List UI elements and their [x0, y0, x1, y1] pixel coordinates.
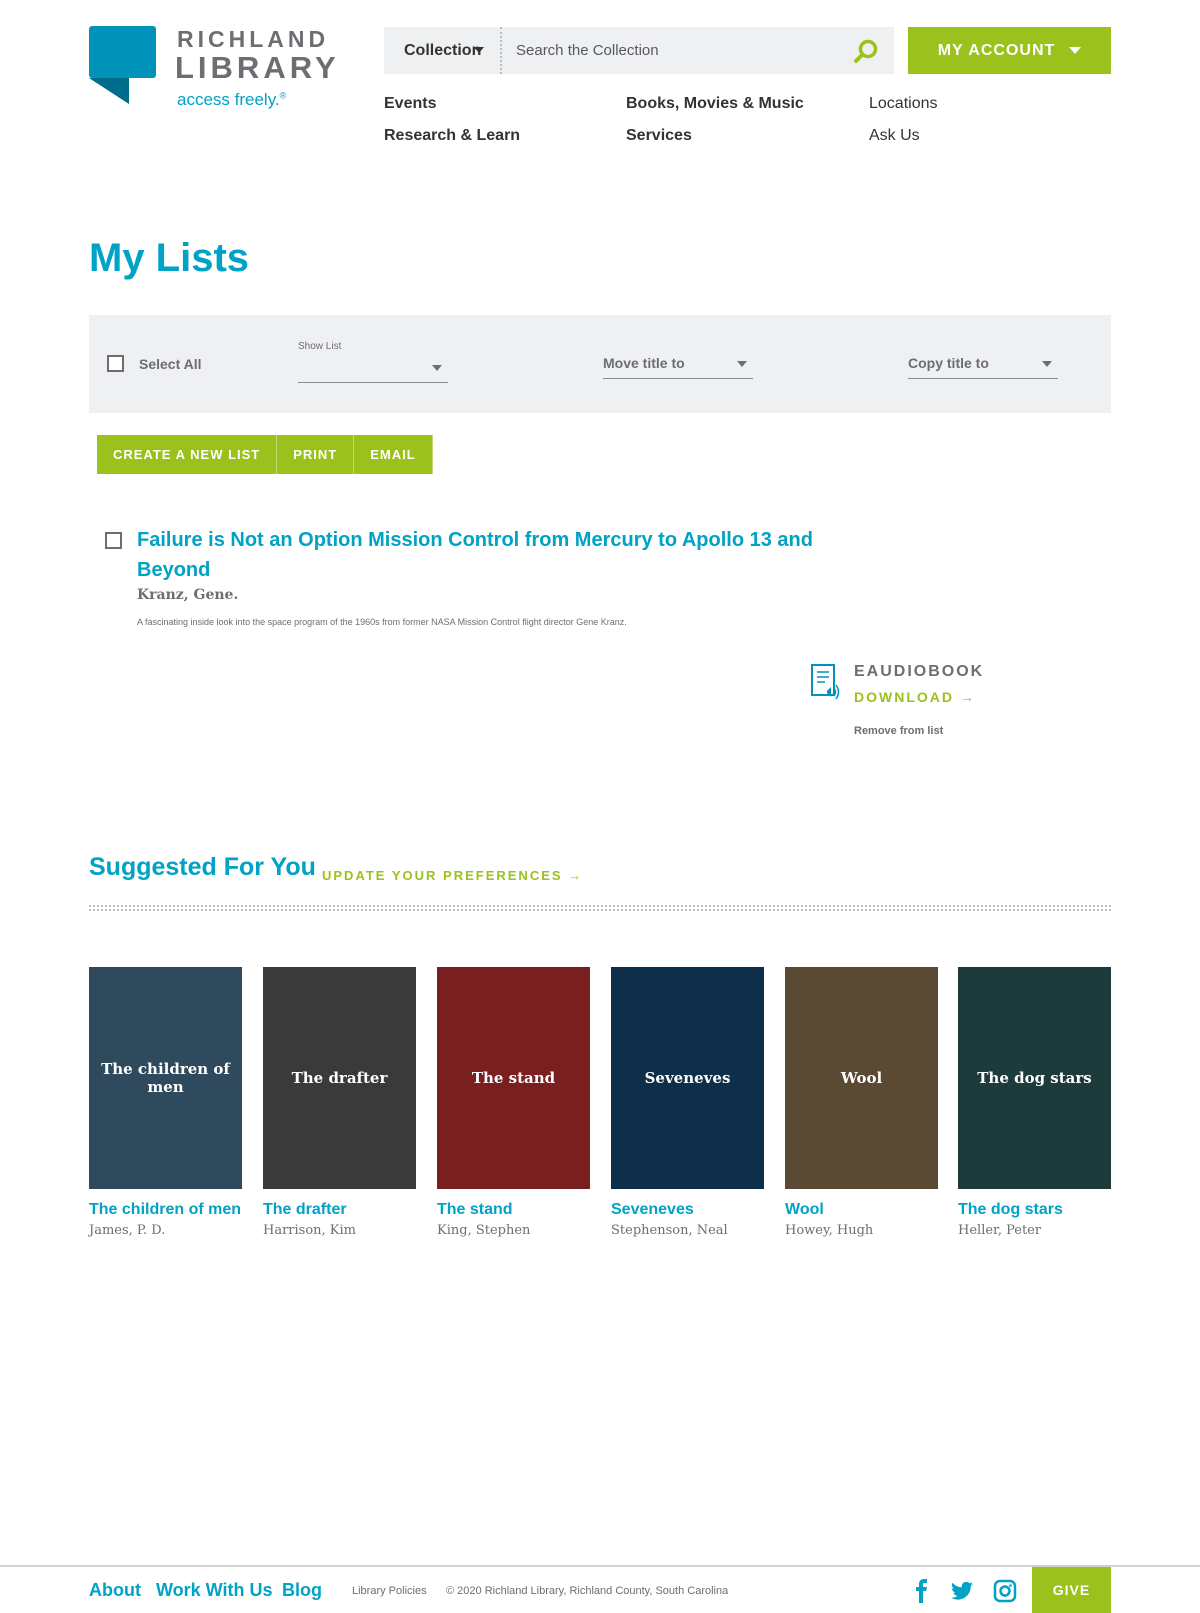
show-list-dropdown[interactable] — [298, 359, 448, 383]
logo-tagline: access freely.® — [177, 90, 287, 109]
book-card[interactable]: The children of men The children of men … — [89, 967, 242, 1238]
show-list-label: Show List — [298, 341, 342, 352]
book-cover[interactable]: Wool — [785, 967, 938, 1189]
book-cover[interactable]: Seveneves — [611, 967, 764, 1189]
search-scope-label: Collection — [404, 41, 482, 59]
my-account-label: MY ACCOUNT — [937, 41, 1056, 59]
footer-blog-link[interactable]: Blog — [282, 1580, 322, 1601]
nav-research-learn[interactable]: Research & Learn — [384, 127, 520, 145]
suggested-title: Suggested For You — [89, 853, 316, 881]
book-title[interactable]: Seveneves — [611, 1201, 764, 1219]
my-account-button[interactable]: MY ACCOUNT — [908, 27, 1111, 74]
book-card[interactable]: The drafter The drafter Harrison, Kim — [263, 967, 416, 1238]
print-button[interactable]: PRINT — [277, 435, 355, 474]
search-input[interactable] — [502, 27, 838, 74]
twitter-icon[interactable] — [950, 1579, 974, 1603]
book-author: Harrison, Kim — [263, 1223, 357, 1238]
book-author: Heller, Peter — [958, 1223, 1042, 1238]
list-actions: CREATE A NEW LIST PRINT EMAIL — [97, 435, 433, 474]
logo-mark-icon — [89, 26, 156, 104]
book-card[interactable]: Seveneves Seveneves Stephenson, Neal — [611, 967, 764, 1238]
remove-from-list-link[interactable]: Remove from list — [854, 725, 943, 737]
audiobook-icon — [811, 664, 840, 700]
logo-text-library: LIBRARY — [175, 50, 340, 85]
logo-text-richland: RICHLAND — [177, 26, 330, 52]
search-bar: Collection — [384, 27, 894, 74]
book-cover[interactable]: The dog stars — [958, 967, 1111, 1189]
book-card[interactable]: Wool Wool Howey, Hugh — [785, 967, 938, 1238]
search-scope-select[interactable]: Collection — [384, 27, 502, 74]
suggested-books: The children of men The children of men … — [89, 967, 1111, 1277]
nav-events[interactable]: Events — [384, 95, 436, 113]
select-all-checkbox[interactable]: Select All — [107, 355, 202, 372]
site-footer: About Work With Us Blog Library Policies… — [0, 1565, 1200, 1613]
book-author: King, Stephen — [437, 1223, 531, 1238]
library-logo[interactable]: RICHLAND LIBRARY access freely.® — [89, 26, 349, 116]
dotted-divider — [89, 905, 1111, 911]
book-cover[interactable]: The children of men — [89, 967, 242, 1189]
book-author: Stephenson, Neal — [611, 1223, 728, 1238]
footer-work-link[interactable]: Work With Us — [156, 1580, 273, 1601]
book-title[interactable]: The stand — [437, 1201, 590, 1219]
book-cover[interactable]: The drafter — [263, 967, 416, 1189]
copy-title-dropdown[interactable]: Copy title to — [908, 355, 1058, 379]
download-link[interactable]: DOWNLOAD → — [854, 689, 976, 705]
book-card[interactable]: The stand The stand King, Stephen — [437, 967, 590, 1238]
move-title-label: Move title to — [603, 355, 685, 371]
instagram-icon[interactable] — [993, 1579, 1017, 1603]
book-author: James, P. D. — [89, 1223, 166, 1238]
give-button[interactable]: GIVE — [1032, 1567, 1111, 1613]
update-preferences-link[interactable]: UPDATE YOUR PREFERENCES → — [322, 868, 583, 883]
list-item-author: Kranz, Gene. — [137, 587, 239, 603]
list-item-checkbox[interactable] — [105, 532, 122, 549]
facebook-icon[interactable] — [910, 1579, 934, 1603]
book-author: Howey, Hugh — [785, 1223, 874, 1238]
book-title[interactable]: The drafter — [263, 1201, 416, 1219]
book-title[interactable]: The dog stars — [958, 1201, 1111, 1219]
chevron-down-icon — [432, 365, 442, 371]
format-type: EAUDIOBOOK — [854, 663, 985, 680]
list-item-description: A fascinating inside look into the space… — [137, 617, 627, 627]
move-title-dropdown[interactable]: Move title to — [603, 355, 753, 379]
book-cover[interactable]: The stand — [437, 967, 590, 1189]
book-card[interactable]: The dog stars The dog stars Heller, Pete… — [958, 967, 1111, 1238]
book-title[interactable]: Wool — [785, 1201, 938, 1219]
chevron-down-icon — [474, 47, 484, 53]
nav-ask-us[interactable]: Ask Us — [869, 127, 920, 145]
footer-about-link[interactable]: About — [89, 1580, 141, 1601]
email-button[interactable]: EMAIL — [354, 435, 433, 474]
list-toolbar: Select All Show List Move title to Copy … — [89, 315, 1111, 413]
chevron-down-icon — [1042, 361, 1052, 367]
chevron-down-icon — [1069, 47, 1082, 54]
search-icon — [854, 39, 878, 63]
copy-title-label: Copy title to — [908, 355, 989, 371]
page-title: My Lists — [89, 236, 250, 280]
nav-books-movies-music[interactable]: Books, Movies & Music — [626, 95, 804, 113]
create-list-button[interactable]: CREATE A NEW LIST — [97, 435, 278, 474]
nav-locations[interactable]: Locations — [869, 95, 938, 113]
checkbox-box[interactable] — [107, 355, 124, 372]
book-title[interactable]: The children of men — [89, 1201, 242, 1219]
chevron-down-icon — [737, 361, 747, 367]
search-button[interactable] — [838, 27, 894, 74]
footer-policies-link[interactable]: Library Policies — [352, 1585, 427, 1597]
list-item-title[interactable]: Failure is Not an Option Mission Control… — [137, 525, 837, 585]
select-all-label: Select All — [139, 355, 202, 372]
footer-copyright: © 2020 Richland Library, Richland County… — [446, 1585, 729, 1597]
nav-services[interactable]: Services — [626, 127, 692, 145]
